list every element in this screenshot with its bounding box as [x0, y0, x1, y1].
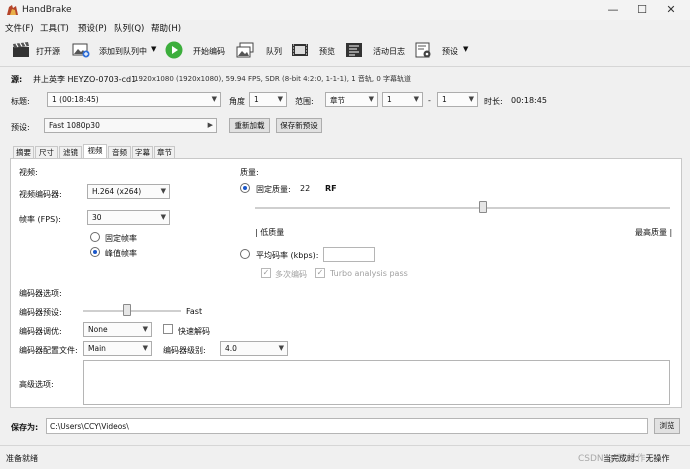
save-path-input[interactable]: C:\Users\CCY\Videos\	[46, 418, 648, 434]
multi-pass-label: 多次编码	[275, 270, 307, 279]
average-bitrate-label: 平均码率 (kbps):	[256, 251, 319, 260]
activity-log-icon[interactable]	[345, 42, 363, 58]
encoder-preset-value: Fast	[186, 307, 203, 316]
multi-pass-checkbox[interactable]: ✓	[261, 268, 271, 278]
preset-selector[interactable]: Fast 1080p30 ▶	[44, 118, 217, 133]
range-dash: -	[428, 96, 431, 105]
encoder-options-heading: 编码器选项:	[19, 289, 62, 298]
constant-quality-radio[interactable]	[240, 183, 250, 193]
preview-button[interactable]: 预览	[319, 46, 335, 57]
video-encoder-label: 视频编码器:	[19, 190, 62, 199]
encoder-preset-label: 编码器预设:	[19, 308, 62, 317]
close-button[interactable]: ✕	[664, 3, 678, 17]
add-queue-dropdown-icon[interactable]: ▼	[151, 45, 156, 53]
encoder-tune-select[interactable]: None ▼	[83, 322, 152, 337]
tab-subtitles[interactable]: 字幕	[132, 146, 153, 158]
menu-queue[interactable]: 队列(Q)	[114, 22, 144, 34]
average-bitrate-radio[interactable]	[240, 249, 250, 259]
tab-chapters[interactable]: 章节	[154, 146, 175, 158]
preset-label: 预设:	[11, 123, 30, 132]
peak-framerate-radio[interactable]	[90, 247, 100, 257]
range-label: 范围:	[295, 97, 314, 106]
status-text: 准备就绪	[6, 454, 38, 463]
duration-label: 时长:	[484, 97, 503, 106]
browse-button[interactable]: 浏览	[654, 418, 680, 434]
activity-log-button[interactable]: 活动日志	[373, 46, 405, 57]
play-icon[interactable]	[165, 41, 183, 59]
encoder-profile-label: 编码器配置文件:	[19, 346, 78, 355]
presets-dropdown-icon[interactable]: ▼	[463, 45, 468, 53]
quality-slider-track[interactable]	[255, 207, 670, 209]
advanced-options-label: 高级选项:	[19, 380, 54, 389]
encoder-preset-slider-thumb[interactable]	[123, 304, 132, 316]
turbo-checkbox[interactable]: ✓	[315, 268, 325, 278]
fast-decode-checkbox[interactable]	[163, 324, 173, 334]
source-info: 1920x1080 (1920x1080), 59.94 FPS, SDR (8…	[134, 75, 412, 83]
range-type-select[interactable]: 章节 ▼	[325, 92, 378, 107]
constant-quality-label: 固定质量:	[256, 185, 291, 194]
menu-help[interactable]: 帮助(H)	[151, 22, 181, 34]
tab-dimensions[interactable]: 尺寸	[35, 146, 58, 158]
film-preview-icon[interactable]	[291, 42, 309, 58]
high-quality-label: 最高质量 |	[635, 228, 673, 237]
add-to-queue-button[interactable]: 添加到队列中	[99, 46, 147, 57]
presets-button[interactable]: 预设	[442, 46, 458, 57]
turbo-label: Turbo analysis pass	[330, 269, 408, 278]
average-bitrate-input[interactable]	[323, 247, 375, 262]
source-name: 井上英李 HEYZO-0703-cd1	[33, 75, 137, 84]
title-select[interactable]: 1 (00:18:45) ▼	[47, 92, 221, 107]
presets-gear-icon[interactable]	[414, 42, 432, 58]
toolbar-divider	[0, 66, 690, 67]
framerate-select[interactable]: 30 ▼	[87, 210, 170, 225]
open-source-button[interactable]: 打开源	[36, 46, 60, 57]
duration-value: 00:18:45	[511, 96, 547, 105]
tab-filters[interactable]: 滤镜	[59, 146, 82, 158]
menu-tools[interactable]: 工具(T)	[40, 22, 69, 34]
encoder-level-label: 编码器级别:	[163, 346, 206, 355]
quality-slider-thumb[interactable]	[479, 201, 488, 213]
peak-framerate-label: 峰值帧率	[105, 249, 137, 258]
menu-file[interactable]: 文件(F)	[5, 22, 34, 34]
advanced-options-textarea[interactable]	[83, 360, 670, 405]
fast-decode-label: 快速解码	[178, 327, 210, 336]
constant-quality-value: 22	[300, 184, 311, 193]
video-encoder-select[interactable]: H.264 (x264) ▼	[87, 184, 170, 199]
quality-section-heading: 质量:	[240, 168, 259, 177]
encoder-level-select[interactable]: 4.0 ▼	[220, 341, 288, 356]
handbrake-logo-icon	[7, 5, 18, 15]
tab-audio[interactable]: 音频	[108, 146, 131, 158]
framerate-label: 帧率 (FPS):	[19, 215, 61, 224]
tab-video[interactable]: 视频	[83, 144, 107, 159]
range-start-select[interactable]: 1 ▼	[382, 92, 423, 107]
status-divider	[0, 445, 690, 446]
constant-framerate-radio[interactable]	[90, 232, 100, 242]
low-quality-label: | 低质量	[255, 228, 285, 237]
queue-icon[interactable]	[236, 42, 254, 58]
add-queue-icon[interactable]	[72, 42, 90, 58]
window-title: HandBrake	[22, 5, 72, 15]
tab-summary[interactable]: 摘要	[13, 146, 34, 158]
encoder-preset-slider-track[interactable]	[83, 310, 181, 312]
menu-presets[interactable]: 预设(P)	[78, 22, 107, 34]
queue-button[interactable]: 队列	[266, 46, 282, 57]
watermark-text: CSDN @无 操作	[578, 454, 646, 464]
minimize-button[interactable]: —	[606, 3, 620, 17]
encoder-profile-select[interactable]: Main ▼	[83, 341, 152, 356]
save-as-label: 保存为:	[11, 423, 39, 432]
source-label: 源:	[11, 75, 23, 84]
range-end-select[interactable]: 1 ▼	[437, 92, 478, 107]
encoder-tune-label: 编码器调优:	[19, 327, 62, 336]
title-bar	[0, 0, 690, 20]
angle-label: 角度	[229, 97, 245, 106]
save-preset-button[interactable]: 保存新预设	[276, 118, 322, 133]
clapperboard-icon[interactable]	[12, 42, 30, 58]
rf-unit-label: RF	[325, 184, 337, 193]
maximize-button[interactable]: ☐	[635, 3, 649, 17]
constant-framerate-label: 固定帧率	[105, 234, 137, 243]
title-label: 标题:	[11, 97, 30, 106]
video-section-heading: 视频:	[19, 168, 38, 177]
start-encode-button[interactable]: 开始编码	[193, 46, 225, 57]
angle-select[interactable]: 1 ▼	[249, 92, 287, 107]
reload-preset-button[interactable]: 重新加载	[229, 118, 270, 133]
